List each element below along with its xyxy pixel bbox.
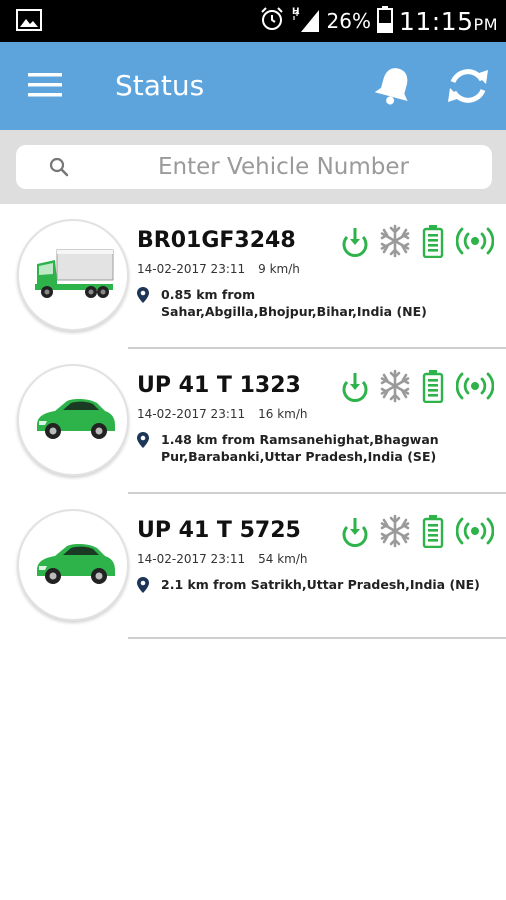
bell-icon[interactable] xyxy=(372,64,416,108)
ignition-icon xyxy=(338,224,372,265)
vehicle-datetime: 14-02-2017 23:11 xyxy=(137,552,246,566)
gps-signal-icon xyxy=(455,369,495,408)
ignition-icon xyxy=(338,369,372,410)
menu-icon[interactable] xyxy=(28,72,62,98)
ignition-icon xyxy=(338,514,372,555)
car-icon xyxy=(37,543,115,584)
image-icon xyxy=(16,9,42,36)
svg-text:H: H xyxy=(292,7,300,17)
search-bar xyxy=(0,130,506,204)
location-pin-icon xyxy=(137,287,153,320)
vehicle-datetime: 14-02-2017 23:11 xyxy=(137,262,246,276)
ac-snowflake-icon xyxy=(378,224,412,263)
vehicle-status-icons xyxy=(338,369,495,408)
vehicle-location-text: 0.85 km from Sahar,Abgilla,Bhojpur,Bihar… xyxy=(161,287,427,319)
truck-icon xyxy=(35,249,114,298)
vehicle-speed: 16 km/h xyxy=(258,407,308,421)
vehicle-list: BR01GF3248 14-02-2017 23:11 9 km/h 0.85 … xyxy=(0,204,506,639)
search-box[interactable] xyxy=(16,145,492,189)
vehicle-number: BR01GF3248 xyxy=(137,228,296,253)
ac-snowflake-icon xyxy=(378,369,412,408)
vehicle-avatar xyxy=(17,219,129,331)
battery-percent: 26% xyxy=(326,9,371,33)
vehicle-avatar xyxy=(17,509,129,621)
vehicle-meta: 14-02-2017 23:11 9 km/h xyxy=(137,262,300,276)
vehicle-battery-icon xyxy=(422,369,444,408)
location-pin-icon xyxy=(137,577,153,598)
vehicle-battery-icon xyxy=(422,224,444,263)
signal-icon: H xyxy=(291,4,321,39)
row-divider xyxy=(128,637,506,639)
vehicle-search-input[interactable] xyxy=(86,145,481,189)
vehicle-number: UP 41 T 1323 xyxy=(137,373,301,398)
vehicle-speed: 54 km/h xyxy=(258,552,308,566)
vehicle-meta: 14-02-2017 23:11 16 km/h xyxy=(137,407,308,421)
vehicle-number: UP 41 T 5725 xyxy=(137,518,301,543)
vehicle-location: 1.48 km from Ramsanehighat,Bhagwan Pur,B… xyxy=(137,431,487,465)
vehicle-location: 0.85 km from Sahar,Abgilla,Bhojpur,Bihar… xyxy=(137,286,487,320)
vehicle-row[interactable]: UP 41 T 1323 14-02-2017 23:11 16 km/h 1.… xyxy=(0,349,506,494)
vehicle-speed: 9 km/h xyxy=(258,262,300,276)
car-icon xyxy=(37,398,115,439)
vehicle-battery-icon xyxy=(422,514,444,553)
search-icon xyxy=(48,156,70,178)
vehicle-row[interactable]: UP 41 T 5725 14-02-2017 23:11 54 km/h 2.… xyxy=(0,494,506,639)
battery-icon xyxy=(377,5,393,38)
app-bar: Status xyxy=(0,42,506,130)
gps-signal-icon xyxy=(455,224,495,263)
location-pin-icon xyxy=(137,432,153,465)
gps-signal-icon xyxy=(455,514,495,553)
system-status-bar: H 26% 11:15PM xyxy=(0,0,506,42)
vehicle-row[interactable]: BR01GF3248 14-02-2017 23:11 9 km/h 0.85 … xyxy=(0,204,506,349)
vehicle-status-icons xyxy=(338,224,495,263)
refresh-icon[interactable] xyxy=(444,62,492,110)
alarm-icon xyxy=(259,6,285,37)
page-title: Status xyxy=(115,69,205,102)
vehicle-meta: 14-02-2017 23:11 54 km/h xyxy=(137,552,308,566)
clock: 11:15PM xyxy=(399,6,498,36)
vehicle-location-text: 2.1 km from Satrikh,Uttar Pradesh,India … xyxy=(161,577,480,592)
vehicle-status-icons xyxy=(338,514,495,553)
vehicle-location: 2.1 km from Satrikh,Uttar Pradesh,India … xyxy=(137,576,487,598)
ac-snowflake-icon xyxy=(378,514,412,553)
vehicle-location-text: 1.48 km from Ramsanehighat,Bhagwan Pur,B… xyxy=(161,432,439,464)
vehicle-avatar xyxy=(17,364,129,476)
vehicle-datetime: 14-02-2017 23:11 xyxy=(137,407,246,421)
